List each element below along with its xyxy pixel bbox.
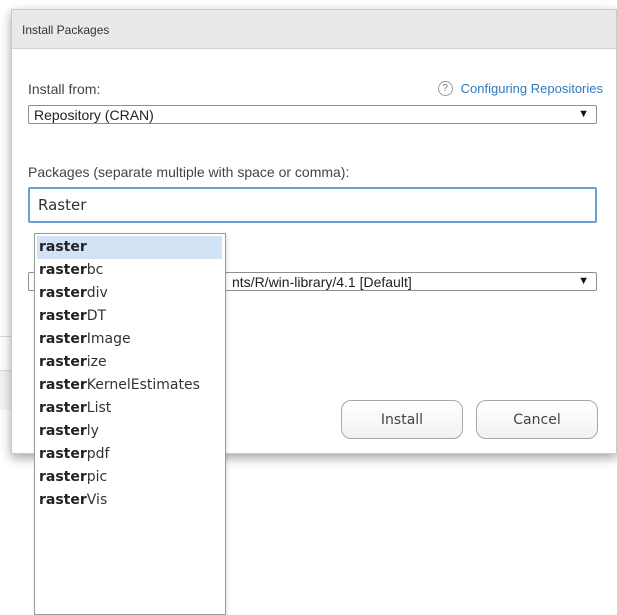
autocomplete-match-text: raster	[39, 492, 87, 508]
autocomplete-match-text: raster	[39, 469, 87, 485]
autocomplete-rest-text: Vis	[86, 492, 108, 508]
autocomplete-item[interactable]: raster	[37, 236, 222, 259]
autocomplete-item[interactable]: rasterpic	[35, 466, 225, 489]
help-icon: ?	[437, 81, 453, 96]
package-autocomplete-list[interactable]: raster rasterbc rasterdiv rasterDT rasterIma…	[34, 233, 226, 615]
autocomplete-item[interactable]: rasterImage	[35, 328, 225, 351]
autocomplete-item[interactable]: rasterKernelEstimates	[35, 374, 225, 397]
autocomplete-item[interactable]: rasterVis	[35, 489, 225, 512]
dropdown-caret-icon: ▼	[578, 275, 589, 287]
autocomplete-match-text: raster	[39, 423, 87, 439]
autocomplete-item[interactable]: rasterpdf	[35, 443, 225, 466]
dialog-title: Install Packages	[22, 23, 110, 37]
autocomplete-rest-text: Image	[86, 331, 131, 347]
autocomplete-match-text: raster	[39, 285, 87, 301]
autocomplete-rest-text: DT	[86, 308, 107, 324]
install-from-label: Install from:	[28, 81, 101, 97]
autocomplete-rest-text: ly	[86, 423, 99, 439]
autocomplete-item[interactable]: rasterize	[35, 351, 225, 374]
autocomplete-item[interactable]: rasterbc	[35, 259, 225, 282]
autocomplete-item[interactable]: rasterdiv	[35, 282, 225, 305]
autocomplete-rest-text: KernelEstimates	[86, 377, 200, 393]
dropdown-caret-icon: ▼	[578, 108, 589, 120]
autocomplete-item[interactable]: rasterDT	[35, 305, 225, 328]
install-button[interactable]: Install	[341, 400, 463, 439]
autocomplete-match-text: raster	[39, 446, 87, 462]
cancel-button[interactable]: Cancel	[476, 400, 598, 439]
autocomplete-rest-text: div	[86, 285, 108, 301]
packages-label: Packages (separate multiple with space o…	[28, 164, 350, 180]
autocomplete-match-text: raster	[39, 400, 87, 416]
help-link-label: Configuring Repositories	[460, 81, 603, 96]
autocomplete-match-text: raster	[39, 377, 87, 393]
autocomplete-rest-text: List	[86, 400, 112, 416]
autocomplete-rest-text: ize	[86, 354, 107, 370]
packages-input[interactable]	[28, 187, 597, 223]
install-from-value: Repository (CRAN)	[34, 107, 154, 123]
autocomplete-match-text: raster	[39, 262, 87, 278]
autocomplete-match-text: raster	[39, 331, 87, 347]
page: Install Packages Install from: ? Configu…	[0, 0, 617, 615]
autocomplete-rest-text: bc	[86, 262, 104, 278]
autocomplete-match-text: raster	[39, 239, 87, 255]
install-from-select[interactable]: Repository (CRAN) ▼	[28, 105, 597, 124]
autocomplete-rest-text: pic	[86, 469, 108, 485]
autocomplete-match-text: raster	[39, 308, 87, 324]
install-library-value: nts/R/win-library/4.1 [Default]	[232, 274, 412, 290]
autocomplete-rest-text: pdf	[86, 446, 110, 462]
autocomplete-item[interactable]: rasterly	[35, 420, 225, 443]
dialog-titlebar[interactable]: Install Packages	[12, 10, 616, 49]
configuring-repositories-link[interactable]: ? Configuring Repositories	[437, 81, 603, 96]
autocomplete-match-text: raster	[39, 354, 87, 370]
autocomplete-item[interactable]: rasterList	[35, 397, 225, 420]
